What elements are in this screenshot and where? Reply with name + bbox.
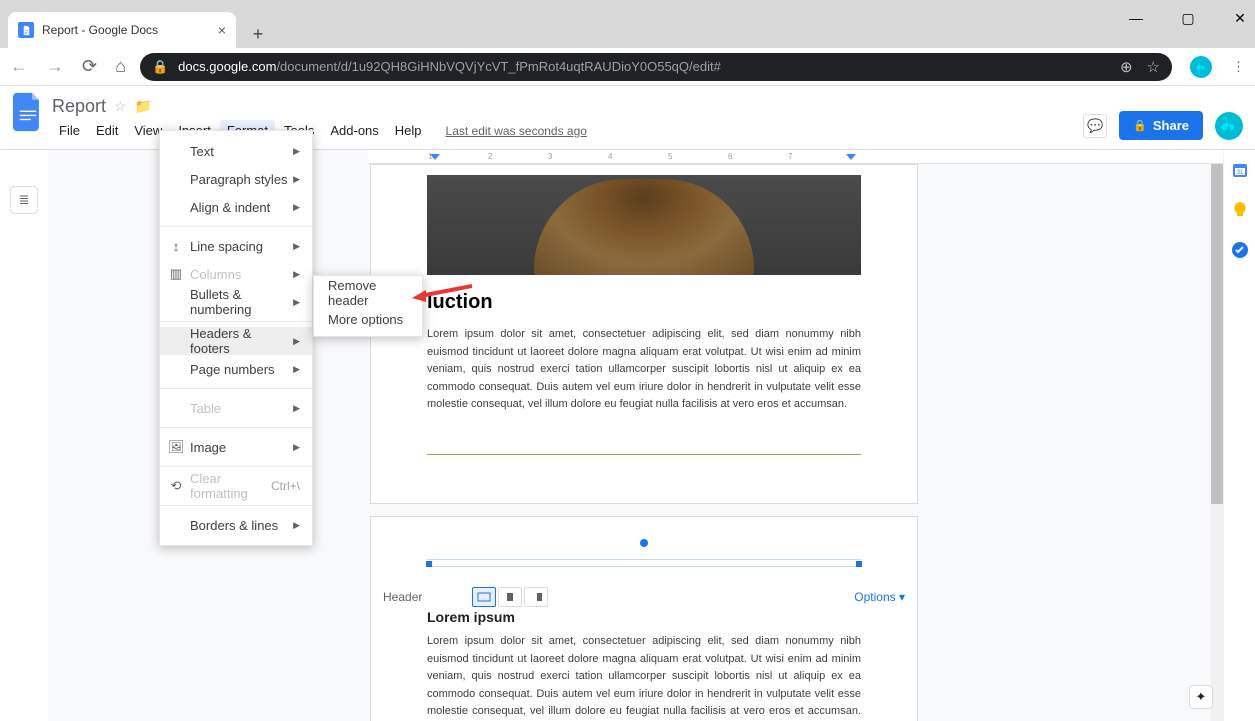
headers-footers-submenu: Remove headerMore options [313, 275, 423, 337]
tab-close-icon[interactable]: × [218, 22, 226, 38]
calendar-icon[interactable]: 31 [1230, 160, 1250, 180]
wrap-inline-icon[interactable] [472, 587, 496, 607]
outline-toggle-icon[interactable]: ≣ [10, 186, 38, 214]
format-item-paragraph-styles[interactable]: Paragraph styles▶ [160, 165, 312, 193]
submenu-item-more-options[interactable]: More options [314, 306, 422, 332]
format-item-borders-lines[interactable]: Borders & lines▶ [160, 511, 312, 539]
star-icon[interactable]: ☆ [114, 98, 127, 115]
menu-file[interactable]: File [52, 120, 87, 141]
page-2: Header Options ▾ Lorem ipsum Lorem ipsum… [370, 516, 918, 721]
browser-tab[interactable]: Report - Google Docs × [8, 12, 236, 48]
comments-icon[interactable]: 💬 [1083, 114, 1107, 138]
reload-icon[interactable]: ⟳ [82, 56, 97, 77]
menu-add-ons[interactable]: Add-ons [323, 120, 385, 141]
lock-icon: 🔒 [152, 59, 168, 75]
close-icon[interactable]: ✕ [1233, 10, 1247, 27]
format-item-headers-footers[interactable]: Headers & footers▶ [160, 327, 312, 355]
docs-favicon [18, 22, 34, 38]
lock-icon: 🔒 [1133, 119, 1147, 132]
move-folder-icon[interactable]: 📁 [135, 98, 152, 115]
back-icon[interactable]: ← [10, 56, 28, 77]
heading-introduction[interactable]: luction [427, 291, 861, 314]
minimize-icon[interactable]: — [1129, 10, 1143, 26]
new-tab-button[interactable]: + [244, 20, 272, 48]
header-selection[interactable] [427, 553, 861, 577]
url-input[interactable]: 🔒 docs.google.com/document/d/1u92QH8GiHN… [140, 53, 1172, 81]
format-item-columns: ▥Columns▶ [160, 260, 312, 288]
header-options-link[interactable]: Options ▾ [854, 590, 905, 604]
last-edit-link[interactable]: Last edit was seconds ago [439, 121, 594, 141]
tab-title: Report - Google Docs [42, 23, 158, 37]
divider-line [427, 454, 861, 455]
window-titlebar: Report - Google Docs × + — ▢ ✕ [0, 0, 1255, 48]
side-panel-rail: 31 [1223, 150, 1255, 721]
vertical-scrollbar[interactable] [1211, 164, 1223, 721]
zoom-icon[interactable]: ⊕ [1120, 58, 1133, 76]
format-item-bullets-numbering[interactable]: Bullets & numbering▶ [160, 288, 312, 316]
wrap-right-icon[interactable] [524, 587, 548, 607]
format-item-line-spacing[interactable]: ↕Line spacing▶ [160, 232, 312, 260]
share-button[interactable]: 🔒Share [1119, 111, 1203, 140]
body-paragraph-2[interactable]: Lorem ipsum dolor sit amet, consectetuer… [371, 633, 917, 721]
bookmark-star-icon[interactable]: ☆ [1147, 58, 1160, 76]
menu-edit[interactable]: Edit [89, 120, 125, 141]
maximize-icon[interactable]: ▢ [1181, 10, 1195, 27]
account-avatar[interactable] [1215, 112, 1243, 140]
document-image[interactable] [427, 175, 861, 275]
menu-help[interactable]: Help [388, 120, 429, 141]
docs-logo-icon[interactable] [10, 94, 46, 130]
forward-icon: → [46, 56, 64, 77]
annotation-arrow [412, 282, 472, 302]
format-item-table: Table▶ [160, 394, 312, 422]
outline-rail: ≣ [0, 150, 48, 721]
format-item-clear-formatting: ⟲Clear formattingCtrl+\ [160, 472, 312, 500]
url-path: /document/d/1u92QH8GiHNbVQVjYcVT_fPmRot4… [276, 59, 720, 74]
home-icon[interactable]: ⌂ [115, 56, 126, 77]
wrap-center-icon[interactable] [498, 587, 522, 607]
extension-icon[interactable] [1190, 56, 1212, 78]
explore-button[interactable]: ✦ [1189, 685, 1213, 709]
body-paragraph[interactable]: Lorem ipsum dolor sit amet, consectetuer… [427, 326, 861, 414]
browser-address-bar: ← → ⟳ ⌂ 🔒 docs.google.com/document/d/1u9… [0, 48, 1255, 86]
browser-menu-icon[interactable]: ⋮ [1232, 59, 1245, 75]
submenu-item-remove-header[interactable]: Remove header [314, 280, 422, 306]
url-domain: docs.google.com [178, 59, 276, 74]
page-1: luction Lorem ipsum dolor sit amet, cons… [370, 164, 918, 504]
format-item-text[interactable]: Text▶ [160, 137, 312, 165]
keep-icon[interactable] [1230, 200, 1250, 220]
svg-text:31: 31 [1236, 170, 1243, 176]
horizontal-ruler[interactable]: 1234567 [368, 150, 1223, 164]
browser-tab-strip: Report - Google Docs × + [8, 6, 272, 48]
header-label: Header [379, 590, 426, 604]
format-menu-dropdown: Text▶Paragraph styles▶Align & indent▶ ↕Li… [159, 130, 313, 546]
header-toolbar: Header Options ▾ [371, 583, 917, 611]
format-item-image[interactable]: 🖼Image▶ [160, 433, 312, 461]
tasks-icon[interactable] [1230, 240, 1250, 260]
doc-title[interactable]: Report [52, 96, 106, 117]
format-item-align-indent[interactable]: Align & indent▶ [160, 193, 312, 221]
format-item-page-numbers[interactable]: Page numbers▶ [160, 355, 312, 383]
